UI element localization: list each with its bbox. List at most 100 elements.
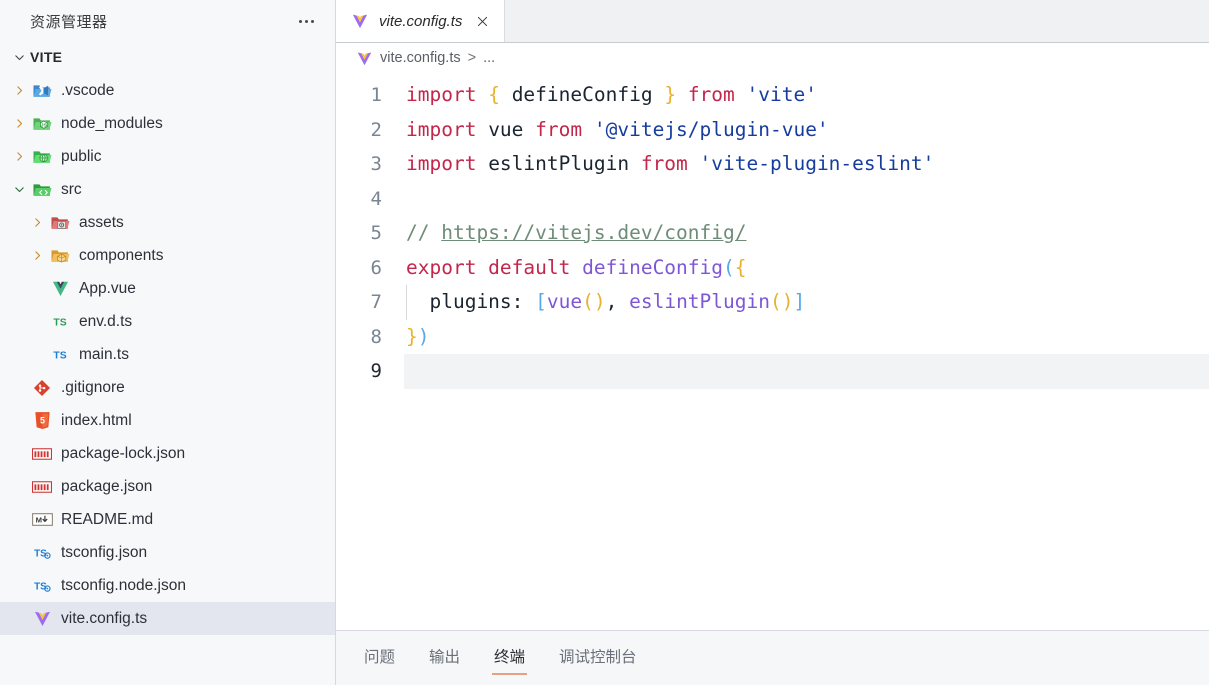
code-token: // xyxy=(406,221,442,244)
code-line-text[interactable] xyxy=(404,182,1209,217)
tree-item-package-json[interactable]: package.json xyxy=(0,470,335,503)
code-token: } xyxy=(406,324,418,348)
tree-item-env-d-ts[interactable]: TS env.d.ts xyxy=(0,305,335,338)
code-line-text[interactable]: import eslintPlugin from 'vite-plugin-es… xyxy=(404,147,1209,182)
code-token: from xyxy=(640,152,688,175)
ts-file-icon: TS xyxy=(48,345,72,365)
folder-section-label: VITE xyxy=(30,49,63,65)
code-line[interactable]: 3 import eslintPlugin from 'vite-plugin-e… xyxy=(336,147,1209,182)
close-icon[interactable] xyxy=(471,10,493,32)
code-line-text[interactable]: // https://vitejs.dev/config/ xyxy=(404,216,1209,251)
code-line[interactable]: 2 import vue from '@vitejs/plugin-vue' xyxy=(336,113,1209,148)
code-line[interactable]: 1 import { defineConfig } from 'vite' xyxy=(336,78,1209,113)
breadcrumb-file[interactable]: vite.config.ts xyxy=(380,50,461,66)
code-line-text[interactable] xyxy=(404,354,1209,389)
ts-def-file-icon: TS xyxy=(48,312,72,332)
code-link[interactable]: https://vitejs.dev/config/ xyxy=(441,221,746,244)
code-line[interactable]: 7 plugins: [vue(), eslintPlugin()] xyxy=(336,285,1209,320)
line-number: 6 xyxy=(370,256,382,279)
chevron-down-icon[interactable] xyxy=(8,183,30,196)
code-token: } xyxy=(664,83,677,106)
tree-item-vscode[interactable]: .vscode xyxy=(0,74,335,107)
tree-item-tsconfig-json[interactable]: TS tsconfig.json xyxy=(0,536,335,569)
svg-text:TS: TS xyxy=(53,317,66,328)
vite-file-icon xyxy=(354,49,374,67)
explorer-sidebar: 资源管理器 VITE .vscode JS node_modules public sr… xyxy=(0,0,336,685)
tree-item-label: assets xyxy=(79,213,124,231)
vscode-folder-icon xyxy=(30,81,54,101)
tree-item-package-lock-json[interactable]: package-lock.json xyxy=(0,437,335,470)
chevron-right-icon[interactable] xyxy=(8,84,30,97)
tree-item-node-modules[interactable]: JS node_modules xyxy=(0,107,335,140)
code-token: plugins xyxy=(406,290,512,313)
tree-item-tsconfig-node-json[interactable]: TS tsconfig.node.json xyxy=(0,569,335,602)
code-line[interactable]: 9 xyxy=(336,354,1209,389)
code-line-text[interactable]: import vue from '@vitejs/plugin-vue' xyxy=(404,113,1209,148)
code-line[interactable]: 6 export default defineConfig({ xyxy=(336,251,1209,286)
tree-item-label: node_modules xyxy=(61,114,163,132)
breadcrumb[interactable]: vite.config.ts > ... xyxy=(336,43,1209,73)
code-content[interactable]: 1 import { defineConfig } from 'vite' 2 imp… xyxy=(336,73,1209,389)
panel-tab-2[interactable]: 终端 xyxy=(492,641,528,675)
line-number: 9 xyxy=(370,360,382,382)
tree-item-main-ts[interactable]: TS main.ts xyxy=(0,338,335,371)
folder-section-vite[interactable]: VITE xyxy=(0,42,335,72)
code-line[interactable]: 8}) xyxy=(336,320,1209,355)
code-token: 'vite' xyxy=(746,83,817,106)
chevron-right-icon[interactable] xyxy=(26,249,48,262)
tree-item-label: public xyxy=(61,147,102,165)
public-folder-icon xyxy=(30,147,54,167)
code-token: defineConfig xyxy=(499,83,665,106)
panel-tab-1[interactable]: 输出 xyxy=(427,641,462,675)
ellipsis-icon[interactable] xyxy=(293,10,319,32)
code-line[interactable]: 4 xyxy=(336,182,1209,217)
line-number: 1 xyxy=(370,84,382,106)
code-editor[interactable]: 1 import { defineConfig } from 'vite' 2 imp… xyxy=(336,73,1209,630)
code-line-text[interactable]: plugins: [vue(), eslintPlugin()] xyxy=(404,285,1209,320)
code-token: vue xyxy=(476,117,536,141)
node-folder-icon: JS xyxy=(30,114,54,134)
chevron-right-icon[interactable] xyxy=(26,216,48,229)
tree-item-readme-md[interactable]: M README.md xyxy=(0,503,335,536)
code-token: : xyxy=(511,290,536,313)
components-folder-icon xyxy=(48,246,72,266)
code-token: eslintPlugin xyxy=(476,152,641,175)
breadcrumb-more[interactable]: ... xyxy=(483,50,495,66)
code-token: '@vitejs/plugin-vue' xyxy=(593,117,829,141)
tree-item-src[interactable]: src xyxy=(0,173,335,206)
code-token: from xyxy=(687,83,735,106)
tree-item-index-html[interactable]: 5 index.html xyxy=(0,404,335,437)
tree-item-label: index.html xyxy=(61,411,132,429)
code-line[interactable]: 5 // https://vitejs.dev/config/ xyxy=(336,216,1209,251)
markdown-file-icon: M xyxy=(30,510,54,530)
code-line-text[interactable]: import { defineConfig } from 'vite' xyxy=(404,78,1209,113)
tree-item-vite-config-ts[interactable]: vite.config.ts xyxy=(0,602,335,635)
html-file-icon: 5 xyxy=(30,411,54,431)
svg-text:M: M xyxy=(35,516,41,525)
panel-tab-3[interactable]: 调试控制台 xyxy=(557,641,639,675)
chevron-right-icon[interactable] xyxy=(8,117,30,130)
tree-item-gitignore[interactable]: .gitignore xyxy=(0,371,335,404)
code-token: export default xyxy=(406,255,571,279)
tree-item-public[interactable]: public xyxy=(0,140,335,173)
code-line-text[interactable]: export default defineConfig({ xyxy=(404,251,1209,286)
code-token: 'vite-plugin-eslint' xyxy=(699,152,935,175)
editor-tab-vite-config[interactable]: vite.config.ts xyxy=(336,0,506,42)
vite-file-icon xyxy=(30,609,54,629)
code-token: () xyxy=(582,290,606,313)
chevron-right-icon[interactable] xyxy=(8,150,30,163)
code-line-text[interactable]: }) xyxy=(404,320,1209,355)
panel-tab-0[interactable]: 问题 xyxy=(362,641,397,675)
code-token: import xyxy=(406,117,477,141)
code-token: defineConfig xyxy=(582,255,724,279)
tree-item-components[interactable]: components xyxy=(0,239,335,272)
tree-item-label: tsconfig.node.json xyxy=(61,576,186,594)
tree-item-app-vue[interactable]: App.vue xyxy=(0,272,335,305)
code-token: ( xyxy=(723,255,735,279)
code-token: vue xyxy=(546,290,583,313)
svg-text:TS: TS xyxy=(53,350,66,361)
tree-item-assets[interactable]: assets xyxy=(0,206,335,239)
code-token: [ xyxy=(535,290,547,313)
tree-item-label: .gitignore xyxy=(61,378,125,396)
code-token: () xyxy=(770,290,794,313)
